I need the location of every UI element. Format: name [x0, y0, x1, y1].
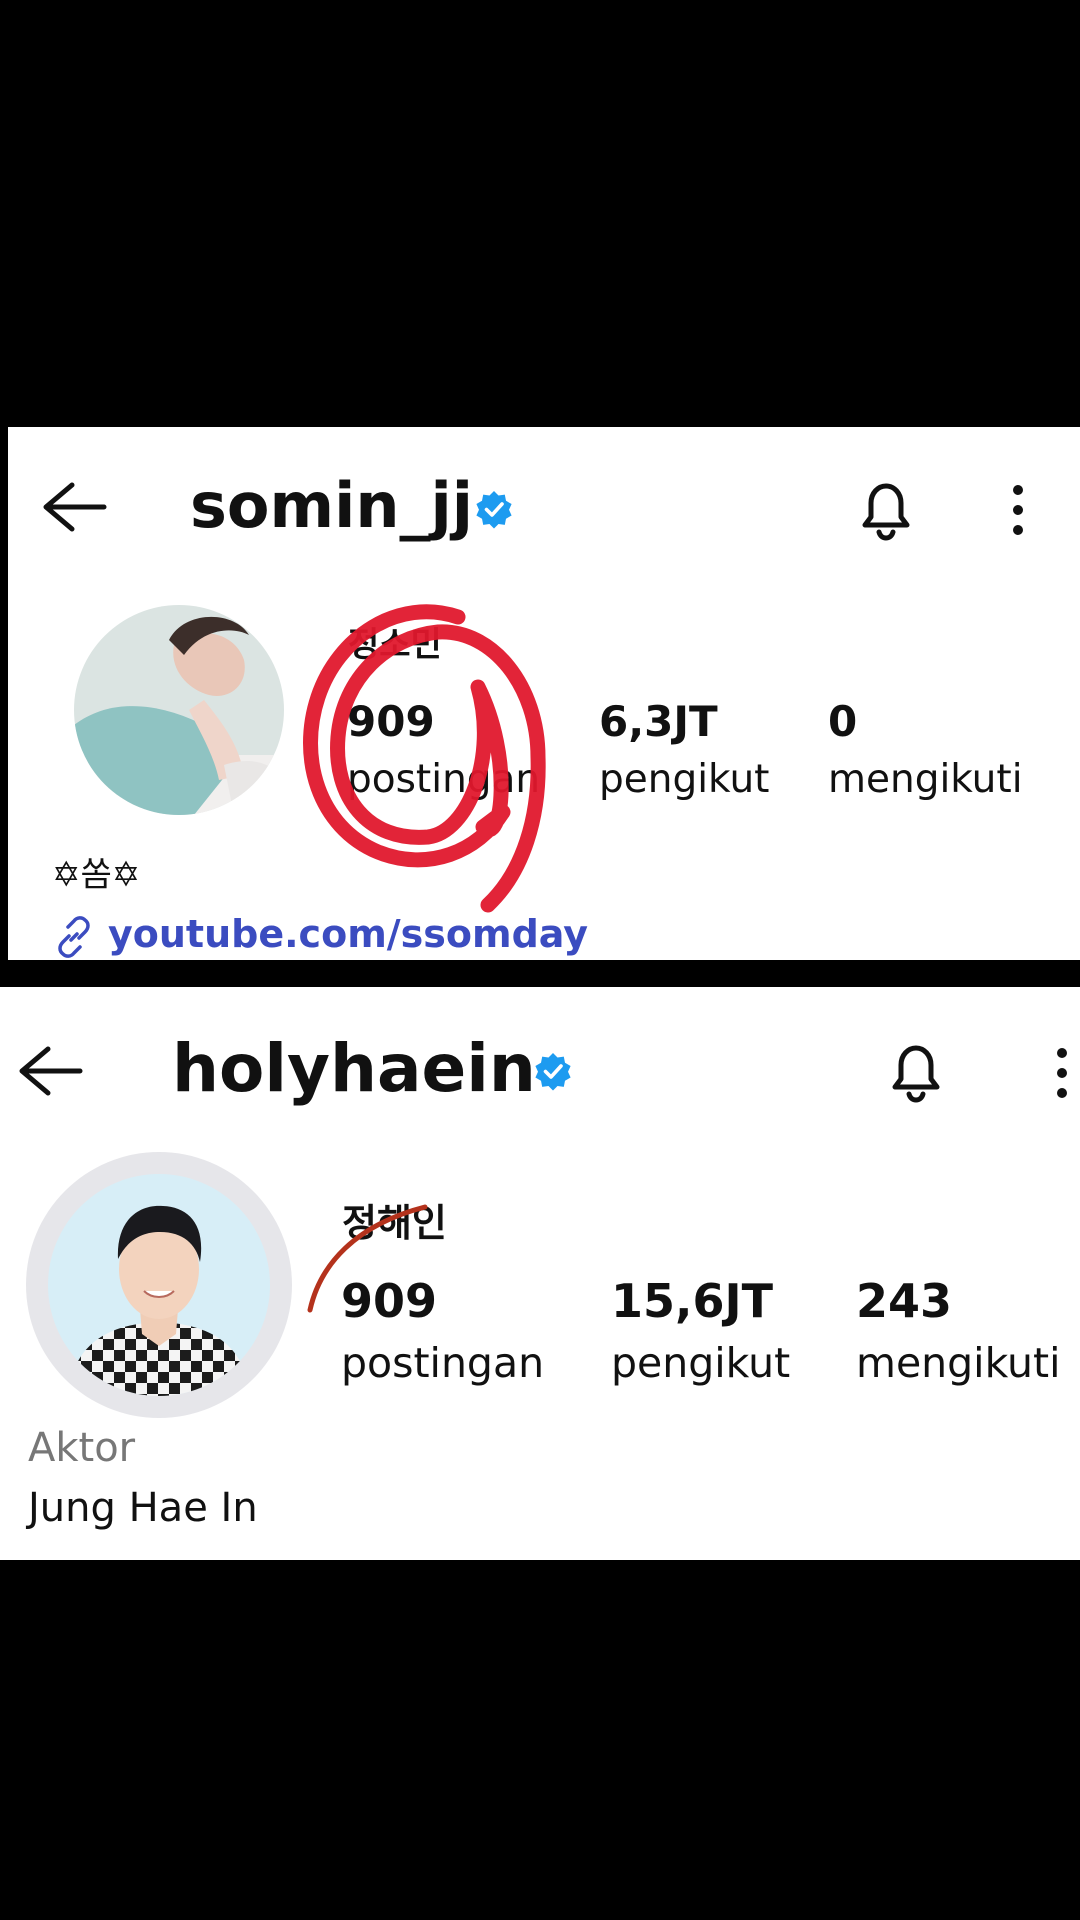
profile-link[interactable]: youtube.com/ssomday [108, 912, 588, 956]
back-arrow-icon[interactable] [14, 1043, 84, 1099]
link-icon [52, 915, 96, 959]
followers-count[interactable]: 6,3JT [599, 697, 718, 746]
profile-username: holyhaein [172, 1030, 536, 1107]
bell-icon[interactable] [853, 477, 919, 543]
followers-label: pengikut [599, 757, 770, 802]
profile-bio: ✡쏨✡ [52, 855, 141, 895]
followers-label: pengikut [611, 1339, 791, 1387]
following-count[interactable]: 0 [828, 697, 857, 746]
bell-icon[interactable] [883, 1037, 949, 1107]
following-label: mengikuti [828, 757, 1023, 802]
profile-username: somin_jj [190, 469, 473, 542]
verified-badge-icon [474, 489, 514, 529]
more-vertical-icon[interactable] [1008, 482, 1028, 538]
red-annotation-circle [288, 597, 588, 917]
following-count[interactable]: 243 [856, 1274, 952, 1328]
profile-category: Aktor [28, 1425, 136, 1471]
profile-panel-haein: holyhaein 정해인 909 postingan 15,6JT pengi… [0, 987, 1080, 1560]
posts-count[interactable]: 909 [341, 1274, 437, 1328]
avatar[interactable] [48, 1174, 270, 1396]
avatar[interactable] [74, 605, 284, 815]
profile-bio: Jung Hae In [28, 1485, 258, 1531]
followers-count[interactable]: 15,6JT [611, 1274, 773, 1328]
more-vertical-icon[interactable] [1052, 1045, 1072, 1101]
back-arrow-icon[interactable] [38, 479, 108, 535]
posts-label: postingan [341, 1339, 545, 1387]
profile-panel-somin: somin_jj 정소민 909 postingan 6,3JT pengiku… [8, 427, 1080, 960]
following-label: mengikuti [856, 1339, 1061, 1387]
verified-badge-icon [533, 1051, 573, 1091]
